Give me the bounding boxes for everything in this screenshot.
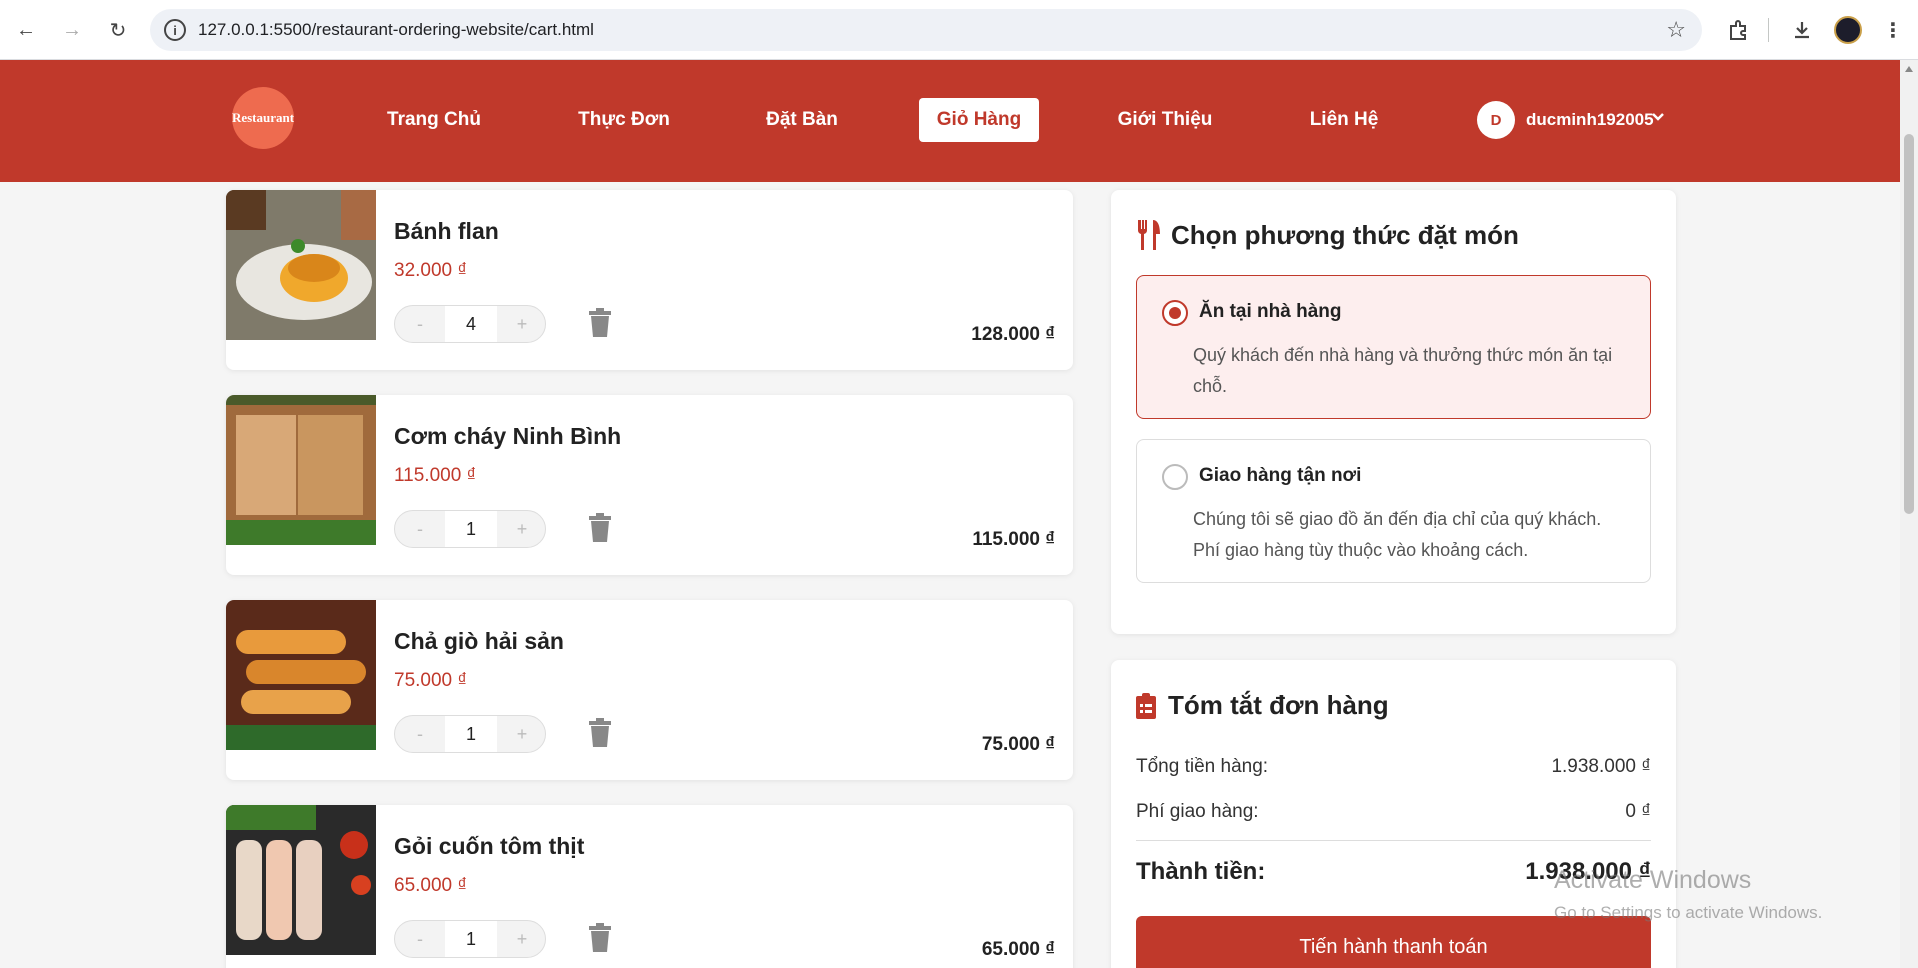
site-info-icon[interactable]: i <box>164 19 186 41</box>
nav-trang-chu[interactable]: Trang Chủ <box>374 98 494 142</box>
shipping-row: Phí giao hàng: 0 ₫ <box>1136 801 1651 823</box>
utensils-icon <box>1137 220 1160 250</box>
chevron-down-icon[interactable] <box>1651 110 1665 127</box>
item-name: Cơm cháy Ninh Bình <box>394 423 622 449</box>
scroll-thumb[interactable] <box>1904 134 1914 514</box>
item-price: 32.000 ₫ <box>394 260 468 281</box>
restaurant-logo[interactable]: Restaurant <box>232 87 294 149</box>
bookmark-star-icon[interactable]: ☆ <box>1666 17 1686 43</box>
flan-image <box>226 190 376 340</box>
shipping-value: 0 ₫ <box>1625 801 1651 822</box>
watermark-line-2: Go to Settings to activate Windows. <box>1554 903 1823 922</box>
decrease-button[interactable]: - <box>395 306 445 342</box>
item-name: Bánh flan <box>394 218 499 244</box>
goi-cuon-image <box>226 805 376 955</box>
dine-in-radio[interactable] <box>1162 300 1188 326</box>
order-method-title: Chọn phương thức đặt món <box>1171 220 1519 250</box>
url-text[interactable]: 127.0.0.1:5500/restaurant-ordering-websi… <box>198 20 594 40</box>
user-avatar[interactable]: D <box>1477 101 1515 139</box>
com-chay-image <box>226 395 376 545</box>
nav-thuc-don[interactable]: Thực Đơn <box>564 98 684 142</box>
quantity-stepper: - 1 + <box>394 715 546 753</box>
item-name: Chả giò hải sản <box>394 628 564 654</box>
address-bar[interactable]: i 127.0.0.1:5500/restaurant-ordering-web… <box>150 9 1702 51</box>
nav-gio-hang[interactable]: Giỏ Hàng <box>919 98 1039 142</box>
item-price: 75.000 ₫ <box>394 670 468 691</box>
profile-avatar[interactable] <box>1834 16 1862 44</box>
nav-lien-he[interactable]: Liên Hệ <box>1294 98 1394 142</box>
total-label: Thành tiền: <box>1136 858 1266 885</box>
subtotal-label: Tổng tiền hàng: <box>1136 756 1269 777</box>
delivery-radio[interactable] <box>1162 464 1188 490</box>
order-method-panel: Chọn phương thức đặt món Ăn tại nhà hàng… <box>1111 190 1676 634</box>
quantity-stepper: - 4 + <box>394 305 546 343</box>
cart-item: Chả giò hải sản 75.000 ₫ - 1 + 75.000 ₫ <box>226 600 1073 780</box>
cart-item: Cơm cháy Ninh Bình 115.000 ₫ - 1 + 115.0… <box>226 395 1073 575</box>
nav-dat-ban[interactable]: Đặt Bàn <box>752 98 852 142</box>
option-dine-in[interactable]: Ăn tại nhà hàng Quý khách đến nhà hàng v… <box>1136 275 1651 419</box>
item-total: 115.000 ₫ <box>972 529 1055 550</box>
summary-divider <box>1136 840 1651 841</box>
forward-icon[interactable]: → <box>56 14 88 46</box>
browser-toolbar: ← → ↻ i 127.0.0.1:5500/restaurant-orderi… <box>0 0 1918 60</box>
increase-button[interactable]: + <box>497 306 547 342</box>
more-menu-icon[interactable]: ⋮ <box>1877 14 1909 46</box>
option-title: Giao hàng tận nơi <box>1199 465 1362 486</box>
trash-icon[interactable] <box>588 923 612 953</box>
quantity-input[interactable]: 4 <box>445 306 497 342</box>
decrease-button[interactable]: - <box>395 511 445 547</box>
item-total: 65.000 ₫ <box>981 939 1055 960</box>
option-title: Ăn tại nhà hàng <box>1199 301 1342 322</box>
subtotal-row: Tổng tiền hàng: 1.938.000 ₫ <box>1136 756 1651 778</box>
increase-button[interactable]: + <box>497 716 547 752</box>
reload-icon[interactable]: ↻ <box>102 14 134 46</box>
decrease-button[interactable]: - <box>395 716 445 752</box>
extensions-icon[interactable] <box>1722 14 1754 46</box>
quantity-input[interactable]: 1 <box>445 921 497 957</box>
trash-icon[interactable] <box>588 513 612 543</box>
quantity-input[interactable]: 1 <box>445 716 497 752</box>
cart-item: Gỏi cuốn tôm thịt 65.000 ₫ - 1 + 65.000 … <box>226 805 1073 968</box>
clipboard-list-icon <box>1136 693 1156 719</box>
option-description: Quý khách đến nhà hàng và thưởng thức mó… <box>1193 345 1613 396</box>
user-name[interactable]: ducminh192005 <box>1526 110 1654 130</box>
site-header: Restaurant Trang Chủ Thực Đơn Đặt Bàn Gi… <box>0 60 1900 182</box>
item-total: 75.000 ₫ <box>981 734 1055 755</box>
order-summary-title: Tóm tắt đơn hàng <box>1168 690 1389 720</box>
cha-gio-image <box>226 600 376 750</box>
quantity-input[interactable]: 1 <box>445 511 497 547</box>
nav-gioi-thieu[interactable]: Giới Thiệu <box>1105 98 1225 142</box>
toolbar-divider <box>1768 18 1769 42</box>
increase-button[interactable]: + <box>497 921 547 957</box>
page-scrollbar[interactable] <box>1900 60 1918 968</box>
subtotal-value: 1.938.000 ₫ <box>1551 756 1651 777</box>
quantity-stepper: - 1 + <box>394 920 546 958</box>
trash-icon[interactable] <box>588 718 612 748</box>
back-icon[interactable]: ← <box>10 14 42 46</box>
item-price: 115.000 ₫ <box>394 465 477 486</box>
download-icon[interactable] <box>1786 14 1818 46</box>
option-description: Chúng tôi sẽ giao đồ ăn đến địa chỉ của … <box>1193 509 1602 560</box>
cart-item: Bánh flan 32.000 ₫ - 4 + 128.000 ₫ <box>226 190 1073 370</box>
item-price: 65.000 ₫ <box>394 875 468 896</box>
decrease-button[interactable]: - <box>395 921 445 957</box>
watermark-line-1: Activate Windows <box>1554 866 1752 894</box>
option-delivery[interactable]: Giao hàng tận nơi Chúng tôi sẽ giao đồ ă… <box>1136 439 1651 583</box>
checkout-button[interactable]: Tiến hành thanh toán <box>1136 916 1651 968</box>
windows-watermark: Activate Windows Go to Settings to activ… <box>1554 866 1822 923</box>
trash-icon[interactable] <box>588 308 612 338</box>
quantity-stepper: - 1 + <box>394 510 546 548</box>
scroll-up-arrow[interactable] <box>1905 66 1913 72</box>
item-total: 128.000 ₫ <box>971 324 1055 345</box>
increase-button[interactable]: + <box>497 511 547 547</box>
shipping-label: Phí giao hàng: <box>1136 801 1259 822</box>
item-name: Gỏi cuốn tôm thịt <box>394 833 585 859</box>
